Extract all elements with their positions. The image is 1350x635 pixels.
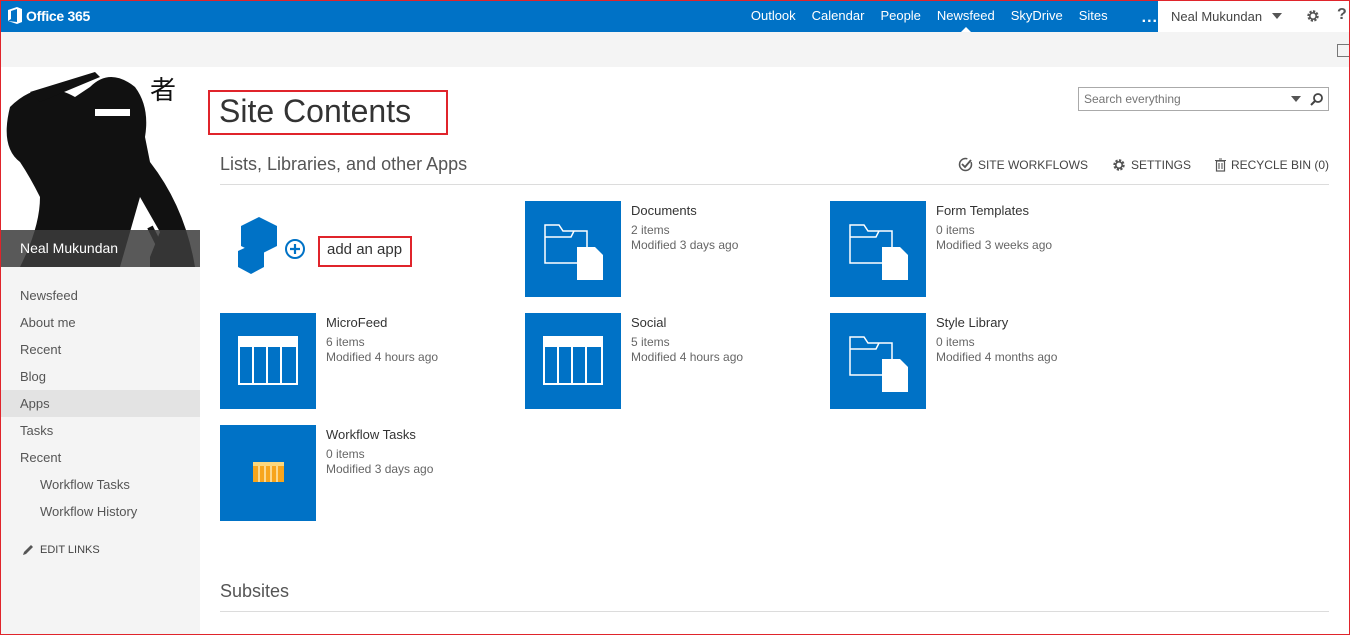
ql-workflow-tasks[interactable]: Workflow Tasks <box>0 471 200 498</box>
add-an-app-link[interactable]: add an app <box>327 241 402 258</box>
nav-newsfeed[interactable]: Newsfeed <box>937 0 995 32</box>
search-icon[interactable] <box>1310 92 1324 106</box>
app-modified: Modified 4 hours ago <box>326 350 439 364</box>
search-scope-dropdown-icon[interactable] <box>1291 96 1301 102</box>
edit-links-button[interactable]: EDIT LINKS <box>22 544 100 556</box>
nav-outlook[interactable]: Outlook <box>751 0 796 32</box>
ql-blog[interactable]: Blog <box>0 363 200 390</box>
list-grid-icon <box>543 336 603 385</box>
edit-links-label: EDIT LINKS <box>40 544 100 556</box>
app-info-style-library: Style Library 0 items Modified 4 months … <box>936 315 1116 365</box>
app-info-workflow-tasks: Workflow Tasks 0 items Modified 3 days a… <box>326 427 506 477</box>
brand-name: Office 365 <box>26 7 90 24</box>
ql-recent-2[interactable]: Recent <box>0 444 200 471</box>
app-modified: Modified 3 weeks ago <box>936 238 1053 252</box>
section-heading: Lists, Libraries, and other Apps <box>220 154 468 174</box>
suite-bar: Office 365 Outlook Calendar People Newsf… <box>0 0 1350 32</box>
gear-icon <box>1113 158 1125 171</box>
app-item-count: 0 items <box>936 223 975 237</box>
task-list-icon <box>253 462 284 482</box>
page-actions: SITE WORKFLOWS SETTINGS RECYCLE BIN (0) <box>934 157 1329 172</box>
search-input[interactable] <box>1079 88 1279 110</box>
subsites-divider <box>220 611 1329 612</box>
quick-launch: Newsfeed About me Recent Blog Apps Tasks… <box>0 282 200 525</box>
ql-about-me[interactable]: About me <box>0 309 200 336</box>
folder-doc-icon <box>849 224 908 280</box>
nav-skydrive[interactable]: SkyDrive <box>1011 0 1063 32</box>
list-grid-icon <box>238 336 298 385</box>
app-tile-style-library[interactable] <box>830 313 926 409</box>
app-tile-microfeed[interactable] <box>220 313 316 409</box>
folder-doc-icon <box>849 336 908 392</box>
chevron-down-icon <box>1272 13 1283 19</box>
ribbon-bar <box>0 32 1350 67</box>
app-title[interactable]: Style Library <box>936 315 1116 330</box>
left-panel: 者 Neal Mukundan Newsfeed About me Recent… <box>0 67 200 635</box>
profile-name: Neal Mukundan <box>0 230 200 267</box>
nav-sites[interactable]: Sites <box>1079 0 1108 32</box>
help-icon[interactable]: ? <box>1337 6 1347 24</box>
app-tile-documents[interactable] <box>525 201 621 297</box>
app-title[interactable]: Form Templates <box>936 203 1116 218</box>
app-item-count: 0 items <box>326 447 365 461</box>
user-name: Neal Mukundan <box>1171 8 1263 24</box>
app-info-form-templates: Form Templates 0 items Modified 3 weeks … <box>936 203 1116 253</box>
subsites-heading: Subsites <box>220 581 290 601</box>
folder-doc-icon <box>544 224 603 280</box>
page-title: Site Contents <box>219 93 412 129</box>
app-tile-workflow-tasks[interactable] <box>220 425 316 521</box>
app-title[interactable]: MicroFeed <box>326 315 506 330</box>
top-nav: Outlook Calendar People Newsfeed SkyDriv… <box>735 0 1158 32</box>
recycle-bin-button[interactable]: RECYCLE BIN (0) <box>1214 157 1329 172</box>
user-menu[interactable]: Neal Mukundan ? <box>1158 0 1350 32</box>
office-logo-icon <box>8 7 22 24</box>
section-divider <box>220 184 1329 185</box>
site-workflows-label: SITE WORKFLOWS <box>977 157 1088 172</box>
app-tile-social[interactable] <box>525 313 621 409</box>
ql-recent[interactable]: Recent <box>0 336 200 363</box>
settings-button[interactable]: SETTINGS <box>1112 158 1191 172</box>
app-title[interactable]: Documents <box>631 203 811 218</box>
ql-workflow-history[interactable]: Workflow History <box>0 498 200 525</box>
add-app-hexagon-icon[interactable] <box>237 217 307 281</box>
app-title[interactable]: Social <box>631 315 811 330</box>
nav-calendar[interactable]: Calendar <box>812 0 865 32</box>
settings-label: SETTINGS <box>1130 157 1191 172</box>
ql-tasks[interactable]: Tasks <box>0 417 200 444</box>
app-modified: Modified 4 hours ago <box>631 350 744 364</box>
app-item-count: 5 items <box>631 335 670 349</box>
more-apps-button[interactable]: ... <box>1142 2 1158 34</box>
gear-icon[interactable] <box>1306 9 1320 23</box>
app-modified: Modified 4 months ago <box>936 350 1058 364</box>
ql-apps[interactable]: Apps <box>0 390 200 417</box>
app-item-count: 0 items <box>936 335 975 349</box>
pencil-icon <box>23 545 33 555</box>
app-info-microfeed: MicroFeed 6 items Modified 4 hours ago <box>326 315 506 365</box>
workflow-check-icon <box>958 157 973 172</box>
trash-can-icon <box>1214 157 1226 172</box>
recycle-bin-label: RECYCLE BIN (0) <box>1230 157 1329 172</box>
app-info-documents: Documents 2 items Modified 3 days ago <box>631 203 811 253</box>
site-workflows-button[interactable]: SITE WORKFLOWS <box>958 157 1088 172</box>
app-modified: Modified 3 days ago <box>326 462 434 476</box>
ql-newsfeed[interactable]: Newsfeed <box>0 282 200 309</box>
app-item-count: 6 items <box>326 335 365 349</box>
kanji-character: 者 <box>150 76 176 106</box>
app-modified: Modified 3 days ago <box>631 238 739 252</box>
office365-logo[interactable]: Office 365 <box>8 7 90 24</box>
search-box <box>1078 87 1329 111</box>
app-title[interactable]: Workflow Tasks <box>326 427 506 442</box>
app-info-social: Social 5 items Modified 4 hours ago <box>631 315 811 365</box>
profile-photo[interactable]: 者 Neal Mukundan <box>0 67 200 267</box>
focus-on-content-icon[interactable] <box>1337 44 1350 57</box>
app-tile-form-templates[interactable] <box>830 201 926 297</box>
app-item-count: 2 items <box>631 223 670 237</box>
nav-people[interactable]: People <box>880 0 920 32</box>
